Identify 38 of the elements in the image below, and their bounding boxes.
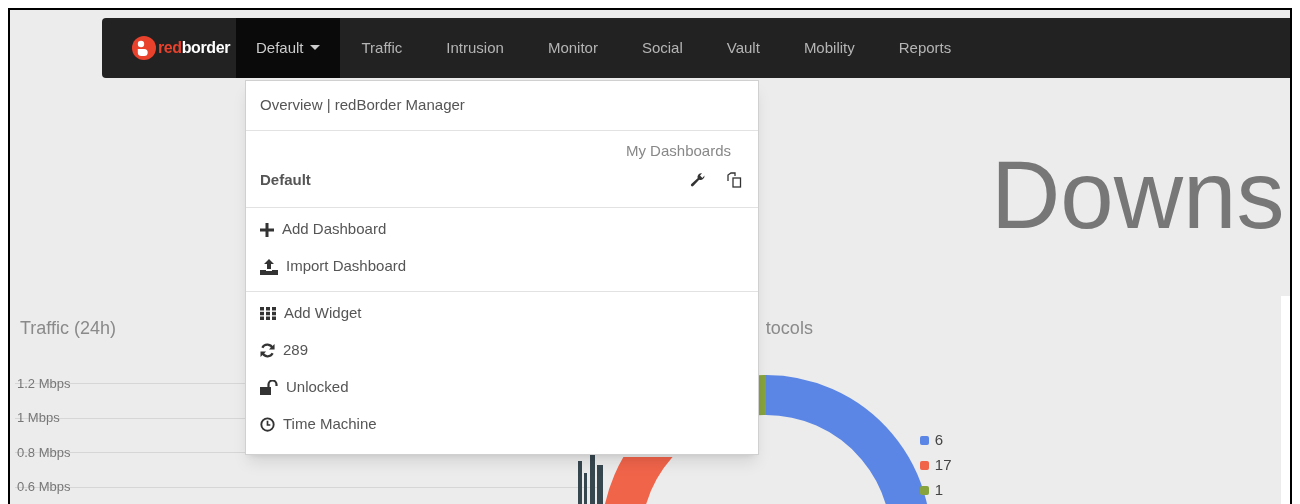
traffic-bars-drawing (578, 455, 606, 504)
legend-label: 17 (934, 455, 952, 476)
logo-text: redborder (158, 38, 230, 58)
menu-item[interactable]: Time Machine (246, 406, 758, 443)
section-label: My Dashboards (625, 141, 731, 162)
nav-tab[interactable]: Vault (704, 18, 782, 78)
donut-segment-drawing (603, 457, 674, 504)
unlocked-padlock-icon (260, 380, 278, 395)
menu-title: Overview | redBorder Manager (260, 95, 465, 116)
logo-icon (132, 36, 156, 60)
grid-icon (260, 307, 276, 320)
plus-icon (260, 222, 274, 237)
nav-tab[interactable]: Intrusion (424, 18, 526, 78)
nav-tab[interactable]: Reports (876, 18, 974, 78)
refresh-icon (260, 343, 275, 358)
axis-label: 0.6 Mbps (17, 478, 71, 496)
dashboard-link[interactable]: Default (260, 168, 690, 192)
axis-label: 0.8 Mbps (17, 443, 71, 462)
clock-icon (260, 417, 275, 432)
nav-tab[interactable]: Social (619, 18, 705, 78)
upload-icon (260, 258, 278, 275)
page-heading: Downs (991, 141, 1285, 248)
legend-label: 6 (934, 430, 944, 451)
wrench-icon[interactable] (690, 172, 706, 188)
menu-item[interactable]: Add Widget (246, 295, 758, 332)
axis-label: 1.2 Mbps (17, 374, 71, 393)
menu-item[interactable]: Unlocked (246, 369, 758, 406)
menu-item[interactable]: 289 (246, 332, 758, 369)
nav-tab[interactable]: Default (236, 18, 340, 78)
nav-tab[interactable]: Monitor (525, 18, 620, 78)
menu-item[interactable]: Import Dashboard (246, 248, 758, 285)
widget-title: tocols (764, 317, 814, 340)
nav-tab[interactable]: Traffic (339, 18, 425, 78)
axis-label: 1 Mbps (17, 409, 60, 427)
legend-label: 1 (934, 480, 944, 501)
copy-icon[interactable] (726, 172, 742, 188)
menu-item[interactable]: Add Dashboard (246, 211, 758, 248)
nav-tab[interactable]: Mobility (781, 18, 877, 78)
